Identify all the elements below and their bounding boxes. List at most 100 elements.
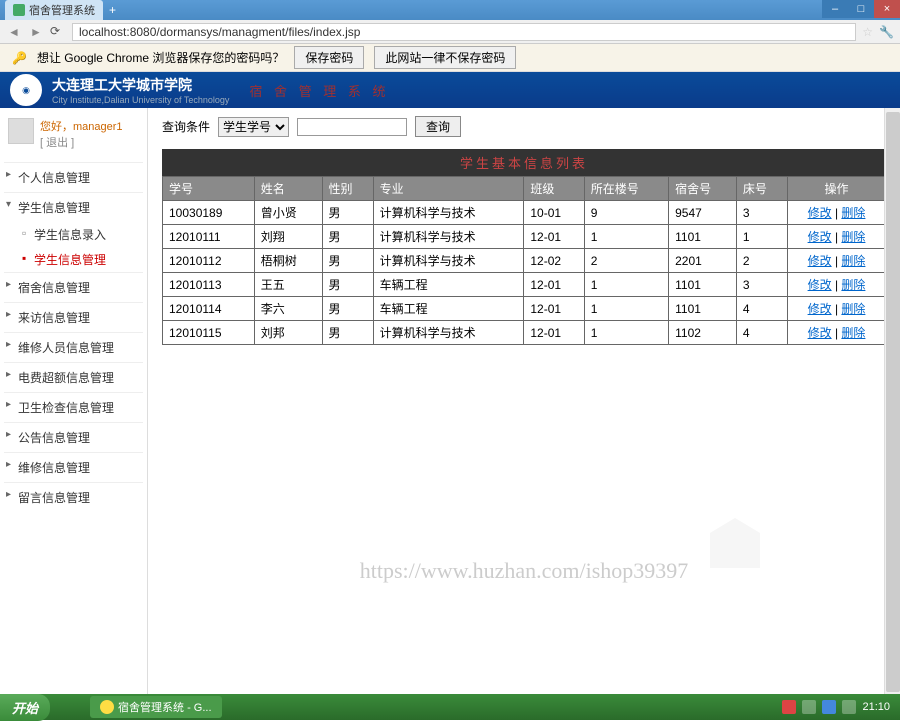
table-cell: 12010114 [163,297,255,321]
reload-button[interactable]: ⟳ [50,24,66,40]
table-cell: 男 [322,321,373,345]
app-title: 宿 舍 管 理 系 统 [249,81,389,100]
sidebar-item-message[interactable]: 留言信息管理 [4,482,143,512]
col-header: 学号 [163,177,255,201]
op-cell: 修改 | 删除 [788,249,886,273]
delete-link[interactable]: 删除 [841,206,865,220]
tray-icon-1[interactable] [782,700,796,714]
table-cell: 10030189 [163,201,255,225]
app-header: ◉ 大连理工大学城市学院 City Institute,Dalian Unive… [0,72,900,108]
edit-link[interactable]: 修改 [808,230,832,244]
table-cell: 1 [736,225,787,249]
sidebar: 您好，manager1 [ 退出 ] 个人信息管理 学生信息管理 学生信息录入 … [0,108,148,698]
table-row: 12010114李六男车辆工程12-01111014修改 | 删除 [163,297,886,321]
save-password-button[interactable]: 保存密码 [294,46,364,69]
table-cell: 1101 [669,273,737,297]
system-tray: 21:10 [782,700,900,714]
edit-link[interactable]: 修改 [808,302,832,316]
taskbar-app[interactable]: 宿舍管理系统 - G... [90,696,222,718]
password-save-bar: 🔑 想让 Google Chrome 浏览器保存您的密码吗？ 保存密码 此网站一… [0,44,900,72]
sidebar-item-repair-staff[interactable]: 维修人员信息管理 [4,332,143,362]
tray-icon-4[interactable] [842,700,856,714]
delete-link[interactable]: 删除 [841,230,865,244]
table-cell: 1 [584,321,668,345]
browser-tab[interactable]: 宿舍管理系统 [5,0,103,20]
delete-link[interactable]: 删除 [841,302,865,316]
table-cell: 3 [736,273,787,297]
logo-text-block: 大连理工大学城市学院 City Institute,Dalian Univers… [52,75,229,105]
browser-titlebar: 宿舍管理系统 + – □ × [0,0,900,20]
op-cell: 修改 | 删除 [788,321,886,345]
start-button[interactable]: 开始 [0,694,50,721]
table-cell: 计算机科学与技术 [373,321,524,345]
sidebar-item-repair[interactable]: 维修信息管理 [4,452,143,482]
table-cell: 李六 [254,297,322,321]
table-cell: 计算机科学与技术 [373,225,524,249]
bookmark-icon[interactable]: ☆ [862,25,873,39]
submenu-student-manage[interactable]: 学生信息管理 [14,247,143,272]
edit-link[interactable]: 修改 [808,326,832,340]
col-header: 性别 [322,177,373,201]
sidebar-item-electric[interactable]: 电费超额信息管理 [4,362,143,392]
save-prompt-text: 想让 Google Chrome 浏览器保存您的密码吗？ [37,49,284,66]
table-row: 12010112梧桐树男计算机科学与技术12-02222012修改 | 删除 [163,249,886,273]
forward-button[interactable]: ► [28,24,44,40]
user-box: 您好，manager1 [ 退出 ] [4,114,143,154]
logo-main: 大连理工大学城市学院 [52,75,229,95]
sidebar-item-notice[interactable]: 公告信息管理 [4,422,143,452]
table-cell: 2201 [669,249,737,273]
delete-link[interactable]: 删除 [841,254,865,268]
table-cell: 计算机科学与技术 [373,249,524,273]
table-cell: 9547 [669,201,737,225]
edit-link[interactable]: 修改 [808,278,832,292]
query-select[interactable]: 学生学号 [218,117,289,137]
table-cell: 男 [322,225,373,249]
scrollbar[interactable] [884,108,900,698]
maximize-button[interactable]: □ [848,0,874,18]
table-cell: 1102 [669,321,737,345]
table-cell: 4 [736,297,787,321]
sidebar-item-personal[interactable]: 个人信息管理 [4,162,143,192]
submenu-student-add[interactable]: 学生信息录入 [14,222,143,247]
table-cell: 男 [322,249,373,273]
logo-icon: ◉ [10,74,42,106]
clock[interactable]: 21:10 [862,701,890,713]
back-button[interactable]: ◄ [6,24,22,40]
table-cell: 2 [584,249,668,273]
col-header: 床号 [736,177,787,201]
user-info: 您好，manager1 [ 退出 ] [40,118,123,150]
logout-link[interactable]: [ 退出 ] [40,134,123,150]
key-icon: 🔑 [12,51,27,65]
table-row: 12010113王五男车辆工程12-01111013修改 | 删除 [163,273,886,297]
new-tab-button[interactable]: + [109,3,116,17]
delete-link[interactable]: 删除 [841,278,865,292]
table-cell: 刘翔 [254,225,322,249]
tray-icon-2[interactable] [802,700,816,714]
wrench-icon[interactable]: 🔧 [879,25,894,39]
address-bar[interactable]: localhost:8080/dormansys/managment/files… [72,23,856,41]
avatar [8,118,34,144]
table-cell: 车辆工程 [373,297,524,321]
table-cell: 车辆工程 [373,273,524,297]
delete-link[interactable]: 删除 [841,326,865,340]
table-cell: 梧桐树 [254,249,322,273]
query-input[interactable] [297,118,407,136]
table-cell: 王五 [254,273,322,297]
scroll-thumb[interactable] [886,112,900,692]
query-button[interactable]: 查询 [415,116,461,137]
edit-link[interactable]: 修改 [808,206,832,220]
table-cell: 1 [584,297,668,321]
sidebar-item-dorm[interactable]: 宿舍信息管理 [4,272,143,302]
never-save-button[interactable]: 此网站一律不保存密码 [374,46,516,69]
sidebar-item-visit[interactable]: 来访信息管理 [4,302,143,332]
table-cell: 1 [584,225,668,249]
close-button[interactable]: × [874,0,900,18]
table-cell: 1101 [669,297,737,321]
tray-icon-3[interactable] [822,700,836,714]
edit-link[interactable]: 修改 [808,254,832,268]
sidebar-item-student[interactable]: 学生信息管理 [4,192,143,222]
chrome-icon [100,700,114,714]
table-cell: 10-01 [524,201,584,225]
minimize-button[interactable]: – [822,0,848,18]
sidebar-item-hygiene[interactable]: 卫生检查信息管理 [4,392,143,422]
